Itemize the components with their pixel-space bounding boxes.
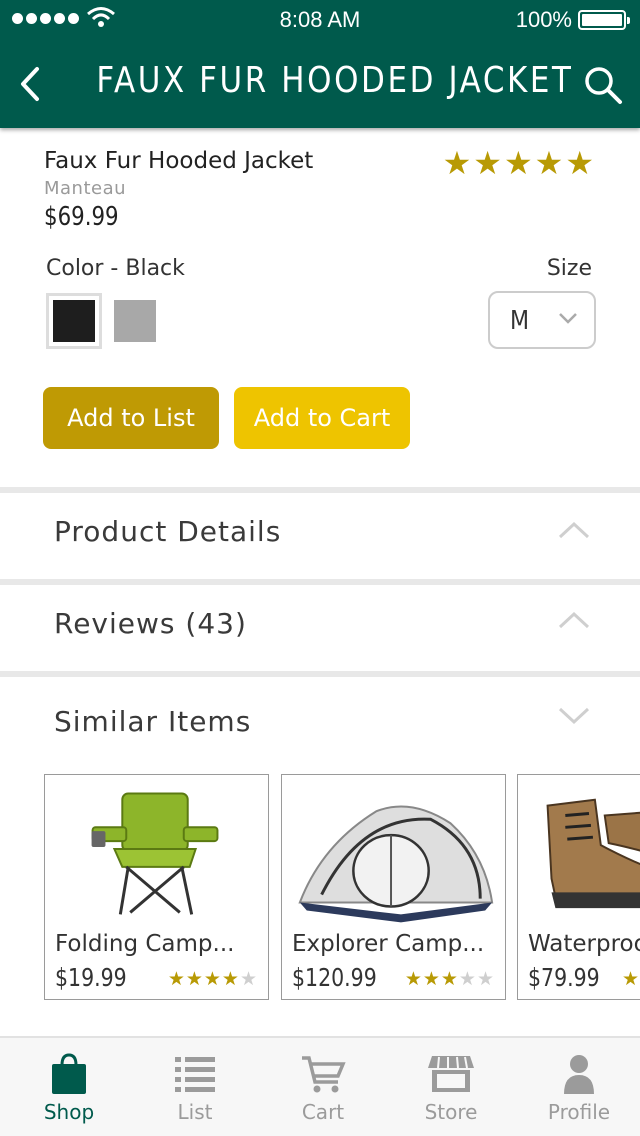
tent-image xyxy=(298,805,494,923)
nav-bar: FAUX FUR HOODED JACKET xyxy=(0,40,640,128)
product-price: $69.99 xyxy=(44,202,119,232)
product-rating-stars: ★★★★★ xyxy=(442,144,596,182)
tab-list[interactable]: List xyxy=(131,1038,259,1136)
back-chevron-icon xyxy=(21,67,39,101)
color-swatches xyxy=(46,293,156,349)
cart-icon xyxy=(302,1056,346,1093)
similar-items-title: Similar Items xyxy=(54,705,252,738)
list-icon xyxy=(175,1057,215,1092)
similar-item-card[interactable]: Folding Camp... $19.99 ★★★★★ xyxy=(44,774,269,1000)
profile-icon xyxy=(564,1055,594,1094)
product-name: Faux Fur Hooded Jacket xyxy=(44,148,314,174)
similar-item-rating: ★★★★★ xyxy=(167,968,258,990)
similar-items-section[interactable]: Similar Items xyxy=(0,677,640,757)
similar-item-name: Waterproof xyxy=(528,931,640,957)
tab-label: Shop xyxy=(43,1100,95,1124)
tab-label: Cart xyxy=(301,1100,345,1124)
chevron-up-icon xyxy=(558,611,590,629)
search-button[interactable] xyxy=(580,62,626,108)
color-swatch-gray[interactable] xyxy=(114,300,156,342)
tab-label: List xyxy=(177,1100,213,1124)
tab-store[interactable]: Store xyxy=(387,1038,515,1136)
hiking-boot-image xyxy=(546,798,640,909)
add-to-list-button[interactable]: Add to List xyxy=(43,387,219,449)
reviews-section[interactable]: Reviews (43) xyxy=(0,585,640,671)
bottom-tab-bar: Shop List Cart Store Profile xyxy=(0,1036,640,1136)
battery-icon xyxy=(578,10,630,30)
search-icon xyxy=(585,67,622,104)
similar-item-rating: ★★★★★ xyxy=(404,968,495,990)
tab-cart[interactable]: Cart xyxy=(259,1038,387,1136)
size-label: Size xyxy=(546,256,592,281)
page-title: FAUX FUR HOODED JACKET xyxy=(96,60,574,101)
shopping-bag-icon xyxy=(52,1053,86,1094)
similar-item-name: Explorer Camp... xyxy=(292,931,485,957)
reviews-title: Reviews (43) xyxy=(54,607,247,640)
product-brand: Manteau xyxy=(44,178,127,199)
color-swatch-black[interactable] xyxy=(46,293,102,349)
tab-profile[interactable]: Profile xyxy=(515,1038,640,1136)
camp-chair-image xyxy=(91,792,219,915)
chevron-up-icon xyxy=(558,521,590,539)
similar-item-price: $19.99 xyxy=(55,963,127,992)
product-details-title: Product Details xyxy=(54,515,282,548)
chevron-down-icon xyxy=(558,707,590,725)
similar-item-card[interactable]: Explorer Camp... $120.99 ★★★★★ xyxy=(281,774,506,1000)
status-bar: 8:08 AM 100% xyxy=(0,0,640,40)
tab-label: Store xyxy=(424,1100,478,1124)
add-to-cart-button[interactable]: Add to Cart xyxy=(234,387,410,449)
product-details-section[interactable]: Product Details xyxy=(0,493,640,579)
similar-item-name: Folding Camp... xyxy=(55,931,235,957)
tab-shop[interactable]: Shop xyxy=(5,1038,133,1136)
tab-label: Profile xyxy=(547,1100,611,1124)
product-summary: Faux Fur Hooded Jacket Manteau $69.99 ★★… xyxy=(0,128,640,488)
similar-item-card[interactable]: Waterproof $79.99 ★ xyxy=(517,774,640,1000)
app-header: 8:08 AM 100% FAUX FUR HOODED JACKET xyxy=(0,0,640,128)
store-icon xyxy=(428,1056,474,1092)
size-value: M xyxy=(510,306,530,336)
color-label: Color - Black xyxy=(46,256,185,281)
battery-percent: 100% xyxy=(515,7,572,32)
size-select[interactable]: M xyxy=(488,291,596,349)
similar-item-price: $79.99 xyxy=(528,963,600,992)
chevron-down-icon xyxy=(559,313,577,324)
back-button[interactable] xyxy=(10,62,50,106)
similar-item-rating: ★ xyxy=(622,968,640,990)
similar-item-price: $120.99 xyxy=(292,963,377,992)
